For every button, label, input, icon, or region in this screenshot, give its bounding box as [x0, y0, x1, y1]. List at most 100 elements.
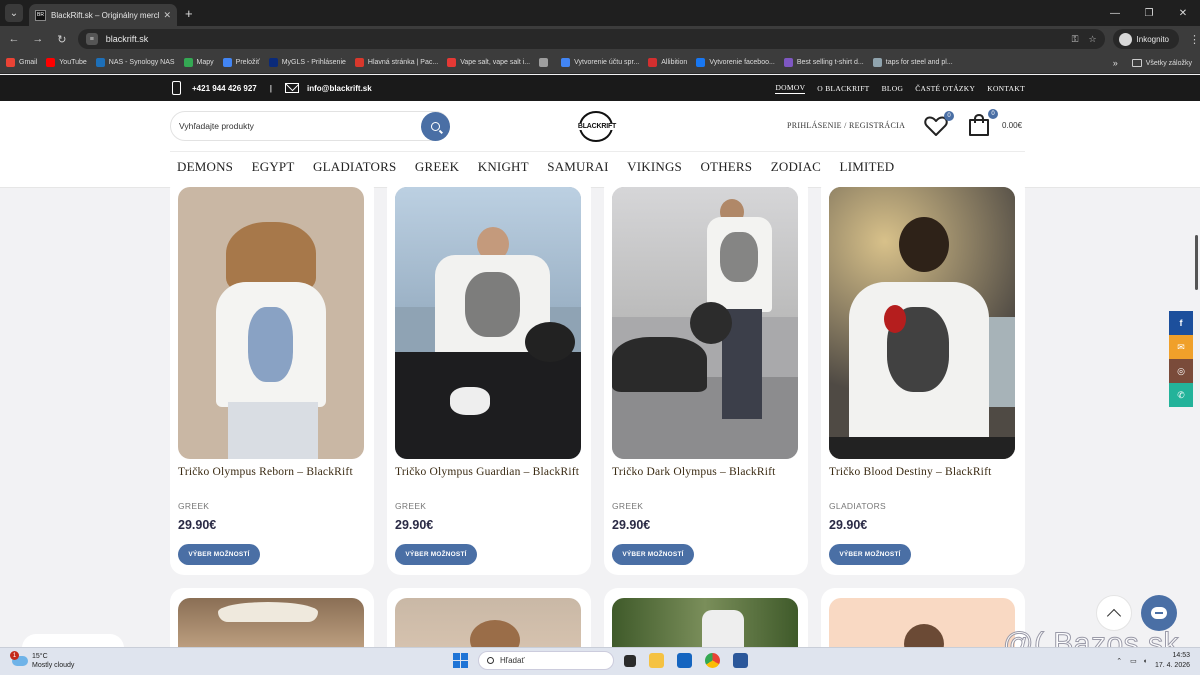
cookie-widget[interactable]: [22, 634, 124, 648]
category-link[interactable]: ZODIAC: [771, 159, 821, 175]
more-bookmarks-icon[interactable]: »: [1113, 58, 1118, 68]
top-nav-link[interactable]: O BLACKRIFT: [817, 84, 869, 93]
product-card[interactable]: Tričko Olympus Guardian – BlackRift GREEK…: [387, 175, 591, 575]
bookmark-star-icon[interactable]: ☆: [1088, 34, 1096, 45]
phone-number[interactable]: +421 944 426 927: [192, 84, 257, 93]
bookmark-item[interactable]: Best selling t-shirt d...: [783, 58, 864, 67]
category-link[interactable]: GLADIATORS: [313, 159, 396, 175]
close-window-icon[interactable]: ✕: [1166, 8, 1200, 19]
product-photo[interactable]: [178, 187, 364, 459]
site-logo[interactable]: BLACKRIFT: [575, 111, 619, 143]
select-options-button[interactable]: VÝBER MOŽNOSTÍ: [612, 544, 694, 565]
select-options-button[interactable]: VÝBER MOŽNOSTÍ: [395, 544, 477, 565]
word-icon[interactable]: [733, 653, 748, 668]
top-nav-link[interactable]: BLOG: [882, 84, 904, 93]
network-icon[interactable]: ▭: [1130, 657, 1137, 665]
product-card[interactable]: Tričko Dark Olympus – BlackRift GREEK 29.9…: [604, 175, 808, 575]
speaker-icon[interactable]: ◖: [1143, 658, 1147, 665]
address-bar[interactable]: ≡ blackrift.sk ⚿ ☆: [77, 29, 1105, 49]
product-name[interactable]: Tričko Blood Destiny – BlackRift: [829, 464, 1019, 480]
product-card-partial[interactable]: [387, 588, 591, 658]
select-options-button[interactable]: VÝBER MOŽNOSTÍ: [178, 544, 260, 565]
product-category[interactable]: GREEK: [395, 501, 426, 511]
wishlist-button[interactable]: 0: [924, 111, 954, 137]
file-explorer-icon[interactable]: [649, 653, 664, 668]
more-menu-icon[interactable]: ⋮: [1189, 33, 1200, 46]
category-link[interactable]: VIKINGS: [627, 159, 682, 175]
category-link[interactable]: SAMURAI: [547, 159, 608, 175]
incognito-indicator[interactable]: Inkognito: [1112, 29, 1179, 49]
clock-time[interactable]: 14:53: [1155, 651, 1190, 661]
top-nav-link[interactable]: KONTAKT: [987, 84, 1025, 93]
whatsapp-icon[interactable]: ✆: [1169, 383, 1193, 407]
cart-button[interactable]: 0: [967, 109, 998, 137]
product-name[interactable]: Tričko Dark Olympus – BlackRift: [612, 464, 802, 480]
start-button-icon[interactable]: [453, 653, 468, 668]
store-icon[interactable]: [677, 653, 692, 668]
select-options-button[interactable]: VÝBER MOŽNOSTÍ: [829, 544, 911, 565]
product-name[interactable]: Tričko Olympus Guardian – BlackRift: [395, 464, 585, 480]
category-link[interactable]: GREEK: [415, 159, 459, 175]
bookmark-item[interactable]: YouTube: [46, 58, 87, 67]
forward-arrow-icon[interactable]: →: [26, 33, 50, 45]
clock-date[interactable]: 17. 4. 2026: [1155, 661, 1190, 671]
instagram-icon[interactable]: ◎: [1169, 359, 1193, 383]
scroll-to-top-button[interactable]: [1096, 595, 1132, 631]
bookmark-item[interactable]: Allibition: [648, 58, 687, 67]
email-icon[interactable]: ✉: [1169, 335, 1193, 359]
bookmark-item[interactable]: Vytvorenie faceboo...: [696, 58, 775, 67]
product-photo[interactable]: [612, 187, 798, 459]
chrome-icon[interactable]: [705, 653, 720, 668]
product-card[interactable]: Tričko Blood Destiny – BlackRift GLADIATO…: [821, 175, 1025, 575]
category-link[interactable]: KNIGHT: [478, 159, 529, 175]
restore-icon[interactable]: ❐: [1132, 8, 1166, 19]
bookmark-item[interactable]: NAS - Synology NAS: [95, 58, 175, 67]
key-icon[interactable]: ⚿: [1072, 34, 1079, 45]
product-category[interactable]: GREEK: [178, 501, 209, 511]
category-link[interactable]: EGYPT: [252, 159, 295, 175]
task-view-icon[interactable]: [624, 654, 636, 667]
minimize-icon[interactable]: —: [1098, 8, 1132, 19]
facebook-icon[interactable]: f: [1169, 311, 1193, 335]
product-card-partial[interactable]: [604, 588, 808, 658]
bookmark-item[interactable]: Hlavná stránka | Pac...: [354, 58, 438, 67]
product-card-partial[interactable]: [821, 588, 1025, 658]
bookmark-item[interactable]: Gmail: [6, 58, 37, 67]
bookmark-item[interactable]: Vape salt, vape salt i...: [447, 58, 530, 67]
login-register-link[interactable]: PRIHLÁSENIE / REGISTRÁCIA: [787, 121, 905, 130]
top-nav-link[interactable]: DOMOV: [775, 83, 806, 94]
product-category[interactable]: GLADIATORS: [829, 501, 886, 511]
bookmark-item[interactable]: Mapy: [183, 58, 214, 67]
site-info-icon[interactable]: ≡: [85, 33, 98, 45]
chevron-up-icon[interactable]: ⌃: [1116, 657, 1122, 665]
category-link[interactable]: OTHERS: [700, 159, 752, 175]
tab-search-chevron-icon[interactable]: ⌄: [5, 4, 23, 22]
category-link[interactable]: LIMITED: [840, 159, 895, 175]
taskbar-search[interactable]: Hľadať: [478, 651, 614, 670]
search-input[interactable]: [171, 121, 421, 131]
browser-tab[interactable]: BR BlackRift.sk – Originálny merch ✕: [29, 4, 177, 26]
product-photo[interactable]: [829, 187, 1015, 459]
bookmark-item[interactable]: [539, 58, 552, 67]
search-button[interactable]: [421, 111, 450, 141]
page-scrollbar[interactable]: [1195, 235, 1198, 290]
chat-button[interactable]: [1141, 595, 1177, 631]
reload-icon[interactable]: ↻: [50, 33, 74, 46]
product-name[interactable]: Tričko Olympus Reborn – BlackRift: [178, 464, 368, 480]
product-category[interactable]: GREEK: [612, 501, 643, 511]
bookmark-item[interactable]: taps for steel and pl...: [872, 58, 953, 67]
weather-widget[interactable]: 1 15°C Mostly cloudy: [10, 651, 74, 670]
back-arrow-icon[interactable]: ←: [2, 33, 26, 45]
bookmark-item[interactable]: Preložiť: [222, 58, 260, 67]
bookmark-item[interactable]: Vytvorenie účtu spr...: [561, 58, 639, 67]
all-bookmarks-link[interactable]: Všetky záložky: [1146, 60, 1192, 67]
top-nav-link[interactable]: ČASTÉ OTÁZKY: [915, 84, 975, 93]
close-tab-icon[interactable]: ✕: [163, 10, 171, 21]
email-link[interactable]: info@blackrift.sk: [307, 84, 372, 93]
product-card[interactable]: Tričko Olympus Reborn – BlackRift GREEK 29…: [170, 175, 374, 575]
product-card-partial[interactable]: [170, 588, 374, 658]
category-link[interactable]: DEMONS: [177, 159, 233, 175]
bookmark-item[interactable]: MyGLS - Prihlásenie: [268, 58, 346, 67]
new-tab-icon[interactable]: +: [185, 6, 193, 21]
product-photo[interactable]: [395, 187, 581, 459]
